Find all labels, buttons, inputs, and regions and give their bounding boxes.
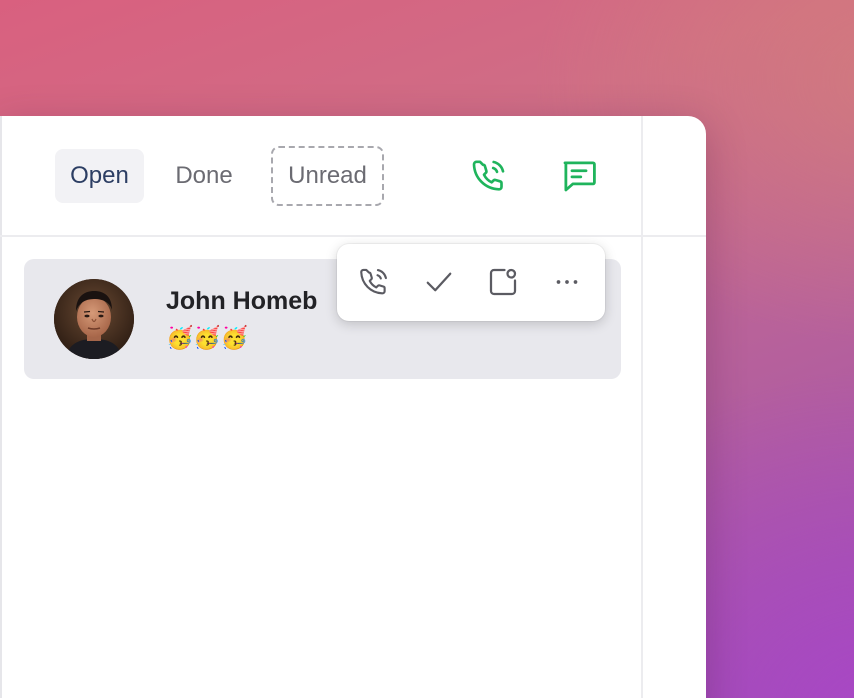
check-icon (426, 272, 452, 292)
phone-call-icon (472, 160, 505, 191)
avatar[interactable] (54, 279, 134, 359)
tab-open[interactable]: Open (55, 149, 144, 203)
tab-unread-label: Unread (288, 162, 367, 189)
tab-open-label: Open (70, 162, 129, 189)
mark-done-button[interactable] (419, 262, 459, 302)
mark-unread-button[interactable] (483, 262, 523, 302)
tab-unread[interactable]: Unread (271, 146, 384, 206)
call-button[interactable] (465, 152, 513, 200)
phone-call-icon (360, 268, 387, 295)
avatar-photo (54, 279, 134, 359)
row-hover-toolbar (337, 244, 605, 321)
conversation-filter-tabs: Open Done Unread (55, 146, 384, 206)
pane-divider (641, 116, 643, 698)
tab-done[interactable]: Done (144, 149, 264, 203)
more-horizontal-icon (556, 280, 578, 284)
message-preview: 🥳🥳🥳 (166, 325, 249, 350)
more-options-button[interactable] (547, 262, 587, 302)
message-square-icon (563, 161, 596, 192)
header-divider (0, 235, 706, 237)
message-button[interactable] (555, 152, 603, 200)
tab-done-label: Done (175, 162, 233, 189)
contact-name: John Homeb (166, 287, 318, 315)
call-contact-button[interactable] (354, 262, 394, 302)
mark-unread-icon (489, 268, 517, 296)
